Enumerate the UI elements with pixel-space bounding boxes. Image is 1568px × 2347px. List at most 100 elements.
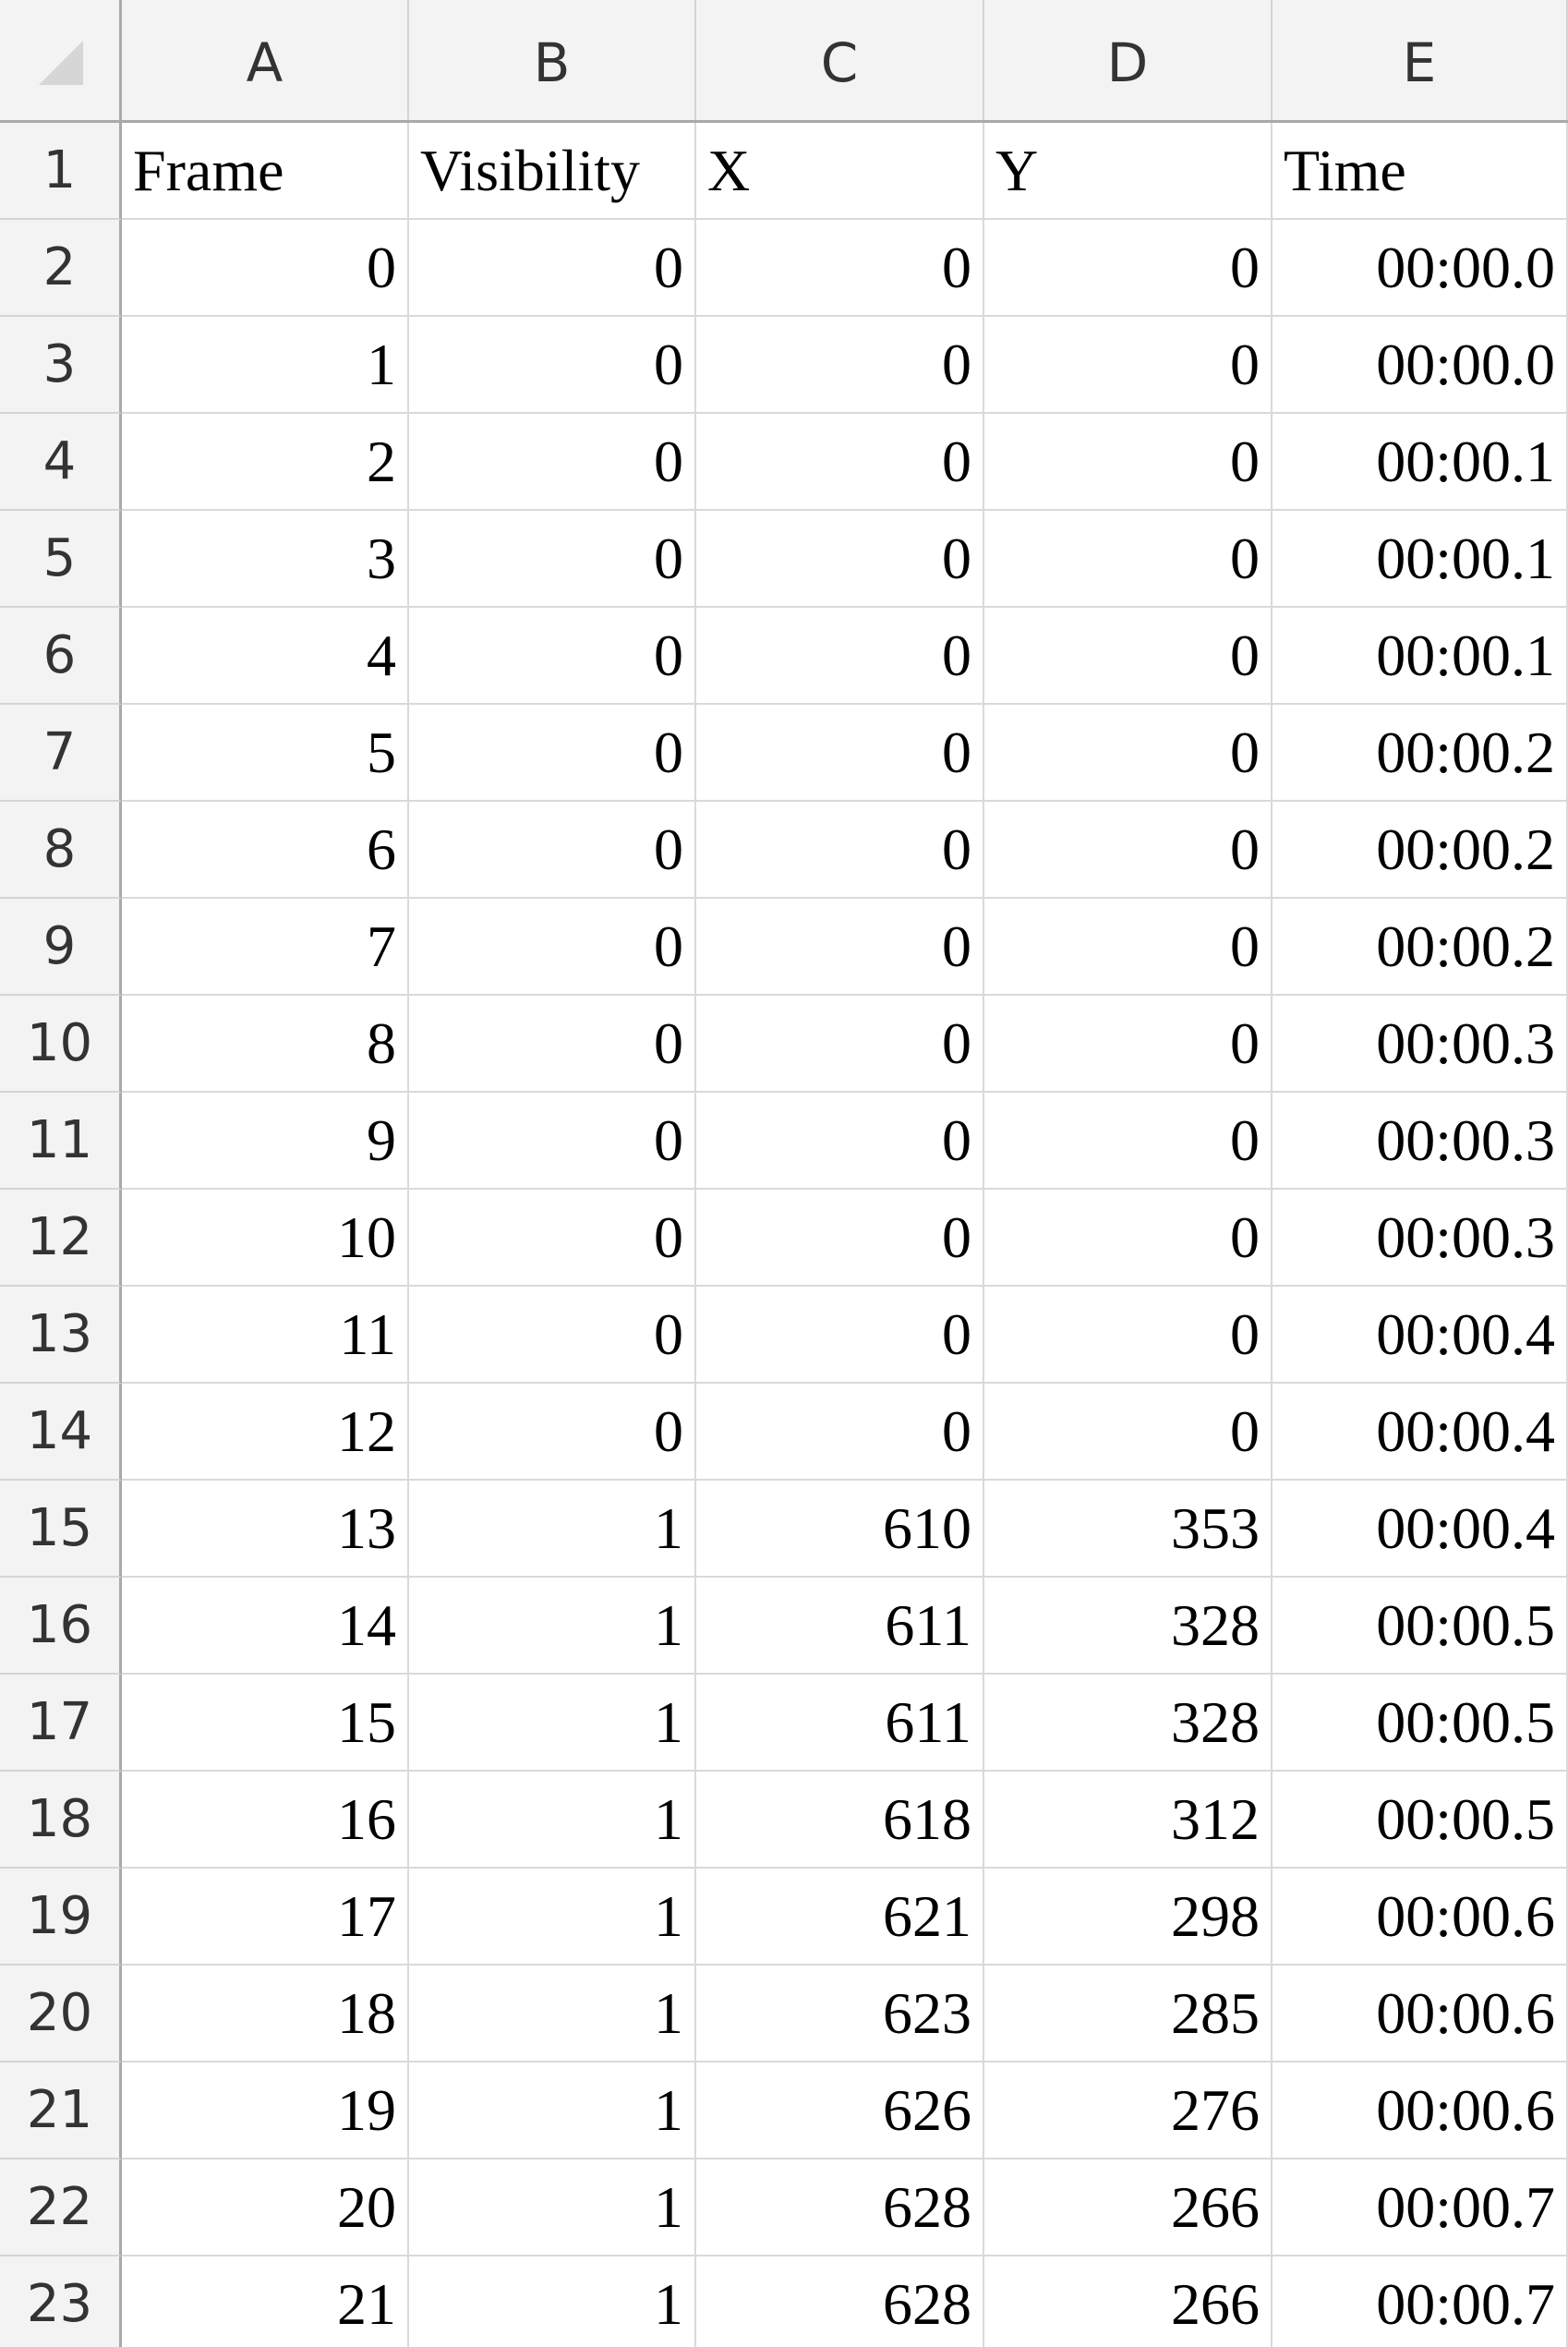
cell-time[interactable]: 00:00.5: [1272, 1675, 1568, 1772]
cell-frame[interactable]: 9: [122, 1093, 409, 1190]
cell-time[interactable]: 00:00.2: [1272, 802, 1568, 899]
cell-frame[interactable]: 17: [122, 1869, 409, 1966]
cell-frame[interactable]: 21: [122, 2256, 409, 2347]
cell-frame[interactable]: 5: [122, 705, 409, 802]
column-header-d[interactable]: D: [984, 0, 1272, 120]
cell-x[interactable]: 0: [696, 705, 984, 802]
row-header[interactable]: 19: [0, 1869, 122, 1966]
cell-time[interactable]: 00:00.4: [1272, 1481, 1568, 1578]
cell-time[interactable]: 00:00.5: [1272, 1578, 1568, 1675]
cell-time[interactable]: 00:00.5: [1272, 1772, 1568, 1869]
row-header[interactable]: 9: [0, 899, 122, 996]
cell-x[interactable]: 610: [696, 1481, 984, 1578]
cell-frame[interactable]: 6: [122, 802, 409, 899]
cell-x[interactable]: 0: [696, 220, 984, 317]
cell-time[interactable]: 00:00.1: [1272, 511, 1568, 608]
cell-visibility[interactable]: 0: [409, 899, 696, 996]
cell-frame[interactable]: 0: [122, 220, 409, 317]
cell-frame[interactable]: 15: [122, 1675, 409, 1772]
row-header[interactable]: 22: [0, 2159, 122, 2256]
cell-y[interactable]: 0: [984, 220, 1272, 317]
cell-visibility[interactable]: 0: [409, 1093, 696, 1190]
row-header[interactable]: 11: [0, 1093, 122, 1190]
cell-visibility[interactable]: 0: [409, 317, 696, 414]
cell-visibility[interactable]: 0: [409, 802, 696, 899]
cell-y[interactable]: 0: [984, 899, 1272, 996]
row-header[interactable]: 20: [0, 1966, 122, 2063]
cell-visibility[interactable]: 0: [409, 1287, 696, 1384]
cell-x[interactable]: 621: [696, 1869, 984, 1966]
cell-frame[interactable]: 2: [122, 414, 409, 511]
cell-time[interactable]: 00:00.6: [1272, 1869, 1568, 1966]
column-header-b[interactable]: B: [409, 0, 696, 120]
cell-time[interactable]: 00:00.6: [1272, 2063, 1568, 2159]
row-header[interactable]: 21: [0, 2063, 122, 2159]
row-header[interactable]: 4: [0, 414, 122, 511]
cell-visibility[interactable]: 1: [409, 1869, 696, 1966]
cell-x[interactable]: 0: [696, 1190, 984, 1287]
cell-frame[interactable]: 1: [122, 317, 409, 414]
cell-visibility[interactable]: 1: [409, 2063, 696, 2159]
cell-x[interactable]: 0: [696, 802, 984, 899]
cell-y[interactable]: 0: [984, 414, 1272, 511]
cell-frame[interactable]: 10: [122, 1190, 409, 1287]
cell-visibility[interactable]: 0: [409, 220, 696, 317]
cell-x[interactable]: 0: [696, 1384, 984, 1481]
select-all-button[interactable]: [0, 0, 122, 120]
cell-x[interactable]: 611: [696, 1675, 984, 1772]
cell-time[interactable]: 00:00.1: [1272, 414, 1568, 511]
cell-visibility[interactable]: 1: [409, 1578, 696, 1675]
cell-visibility[interactable]: 1: [409, 2256, 696, 2347]
cell-time[interactable]: 00:00.3: [1272, 1190, 1568, 1287]
cell-frame[interactable]: 13: [122, 1481, 409, 1578]
row-header[interactable]: 13: [0, 1287, 122, 1384]
cell-x[interactable]: 628: [696, 2159, 984, 2256]
cell-visibility[interactable]: 0: [409, 414, 696, 511]
cell-y[interactable]: 0: [984, 511, 1272, 608]
cell-visibility[interactable]: 1: [409, 1481, 696, 1578]
column-header-c[interactable]: C: [696, 0, 984, 120]
cell-y[interactable]: 266: [984, 2159, 1272, 2256]
cell-y[interactable]: 353: [984, 1481, 1272, 1578]
cell-y[interactable]: 298: [984, 1869, 1272, 1966]
cell-y[interactable]: 0: [984, 317, 1272, 414]
row-header[interactable]: 1: [0, 123, 122, 220]
cell-x[interactable]: 628: [696, 2256, 984, 2347]
cell-x[interactable]: 611: [696, 1578, 984, 1675]
row-header[interactable]: 15: [0, 1481, 122, 1578]
row-header[interactable]: 8: [0, 802, 122, 899]
cell-frame[interactable]: 12: [122, 1384, 409, 1481]
cell-y[interactable]: 328: [984, 1675, 1272, 1772]
cell-time[interactable]: 00:00.4: [1272, 1287, 1568, 1384]
cell-y[interactable]: 0: [984, 996, 1272, 1093]
cell-y[interactable]: 312: [984, 1772, 1272, 1869]
cell-y[interactable]: 0: [984, 1384, 1272, 1481]
cell-y[interactable]: 0: [984, 608, 1272, 705]
cell-visibility[interactable]: 1: [409, 1675, 696, 1772]
cell-time[interactable]: 00:00.7: [1272, 2256, 1568, 2347]
cell-time[interactable]: 00:00.3: [1272, 1093, 1568, 1190]
cell-y[interactable]: 0: [984, 705, 1272, 802]
row-header[interactable]: 7: [0, 705, 122, 802]
row-header[interactable]: 5: [0, 511, 122, 608]
cell-visibility[interactable]: 0: [409, 511, 696, 608]
cell-frame[interactable]: 18: [122, 1966, 409, 2063]
cell-visibility[interactable]: 0: [409, 996, 696, 1093]
cell-time[interactable]: 00:00.0: [1272, 220, 1568, 317]
cell-frame[interactable]: 11: [122, 1287, 409, 1384]
cell-x[interactable]: 0: [696, 608, 984, 705]
column-header-a[interactable]: A: [122, 0, 409, 120]
cell-y[interactable]: 266: [984, 2256, 1272, 2347]
row-header[interactable]: 16: [0, 1578, 122, 1675]
cell-time[interactable]: 00:00.2: [1272, 899, 1568, 996]
row-header[interactable]: 6: [0, 608, 122, 705]
cell-time[interactable]: 00:00.2: [1272, 705, 1568, 802]
cell-x[interactable]: 0: [696, 899, 984, 996]
cell-x[interactable]: 0: [696, 1287, 984, 1384]
cell-visibility-header[interactable]: Visibility: [409, 123, 696, 220]
cell-frame[interactable]: 7: [122, 899, 409, 996]
cell-time[interactable]: 00:00.6: [1272, 1966, 1568, 2063]
cell-x[interactable]: 618: [696, 1772, 984, 1869]
cell-x-header[interactable]: X: [696, 123, 984, 220]
cell-time[interactable]: 00:00.7: [1272, 2159, 1568, 2256]
